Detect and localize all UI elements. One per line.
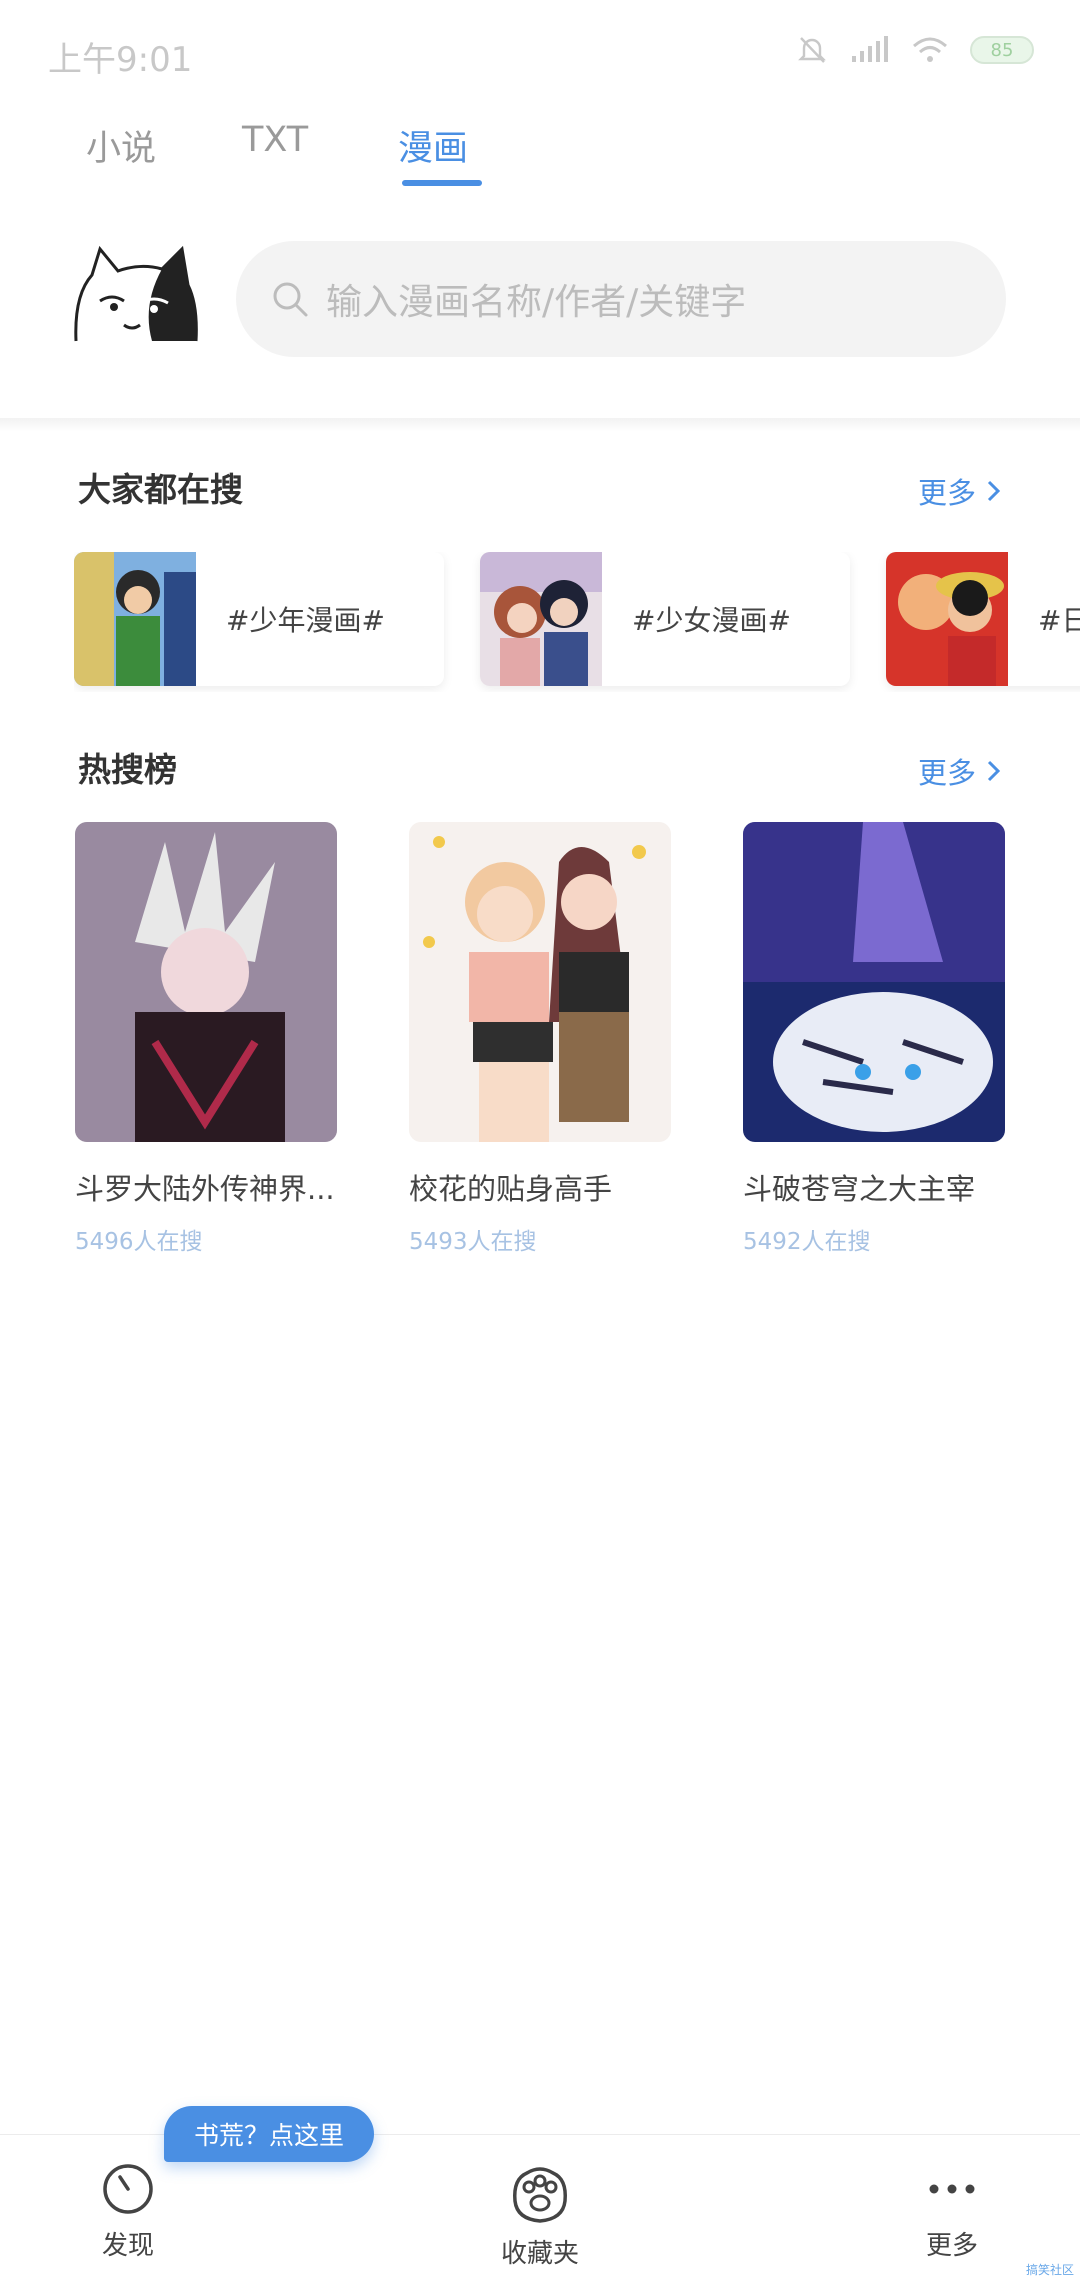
mute-bell-icon [798,37,826,63]
nav-discover-label: 发现 [101,2231,154,2261]
tag-label: #少年漫画# [226,604,385,637]
chevron-right-icon [987,480,1001,502]
comic-cover [743,822,1005,1142]
status-icons: 85 [796,34,1034,66]
tab-comic[interactable]: 漫画 [372,120,528,190]
nav-favorites-label: 收藏夹 [500,2239,579,2269]
search-icon [273,282,308,317]
comic-cover [409,822,671,1142]
hot-more-link[interactable]: 更多 [918,750,1002,792]
wifi-icon [913,37,947,62]
comic-cover [75,822,337,1142]
nav-more[interactable]: 更多 [872,2161,1032,2262]
popular-more-label: 更多 [917,476,976,510]
nav-more-label: 更多 [925,2231,978,2261]
hot-item-count: 5492人在搜 [743,1229,871,1255]
tag-label: #日 [1038,604,1080,637]
search-placeholder: 输入漫画名称/作者/关键字 [326,282,747,323]
popular-tags: #少年漫画# #少女漫画# #日 [74,552,1080,692]
hot-item[interactable]: 斗破苍穹之大主宰 5492人在搜 [743,822,1005,1256]
tab-novel[interactable]: 小说 [60,120,216,190]
tag-thumbnail [886,552,1008,686]
hot-item-title: 斗罗大陆外传神界... [75,1172,335,1206]
battery-indicator: 85 [970,36,1034,64]
status-bar: 上午9:01 85 [0,0,1080,100]
category-tabs: 小说 TXT 漫画 [60,120,528,190]
nav-discover[interactable]: 发现 [48,2161,208,2262]
hot-section-title: 热搜榜 [78,750,177,789]
tab-txt[interactable]: TXT [216,120,372,190]
nav-favorites[interactable]: 收藏夹 [460,2161,620,2270]
paw-icon [513,2167,567,2223]
signal-icon [852,36,888,62]
search-input[interactable]: 输入漫画名称/作者/关键字 [236,241,1006,357]
hot-item-title: 斗破苍穹之大主宰 [743,1172,976,1206]
chevron-right-icon [987,760,1001,782]
popular-section-title: 大家都在搜 [78,470,243,509]
more-dots-icon [929,2184,975,2194]
tag-card-shoujo[interactable]: #少女漫画# [480,552,850,686]
book-shortage-button[interactable]: 书荒？点这里 [164,2106,374,2162]
status-time: 上午9:01 [48,40,193,80]
tag-label: #少女漫画# [632,604,791,637]
hot-more-label: 更多 [917,756,976,790]
tag-card-shonen[interactable]: #少年漫画# [74,552,444,686]
bottom-nav: 发现 收藏夹 更多 [0,2134,1080,2280]
tag-thumbnail [74,552,196,686]
section-divider [0,418,1080,432]
compass-icon [103,2164,153,2214]
hot-item-title: 校花的贴身高手 [409,1172,613,1206]
hot-item[interactable]: 校花的贴身高手 5493人在搜 [409,822,671,1256]
cat-mascot-icon [74,245,198,342]
hot-item-count: 5496人在搜 [75,1229,203,1255]
tag-card-japanese[interactable]: #日 [886,552,1080,686]
tag-thumbnail [480,552,602,686]
hot-item-count: 5493人在搜 [409,1229,537,1255]
hot-item[interactable]: 斗罗大陆外传神界... 5496人在搜 [75,822,337,1256]
watermark: 搞笑社区 [1025,2263,1074,2277]
popular-more-link[interactable]: 更多 [918,470,1002,512]
